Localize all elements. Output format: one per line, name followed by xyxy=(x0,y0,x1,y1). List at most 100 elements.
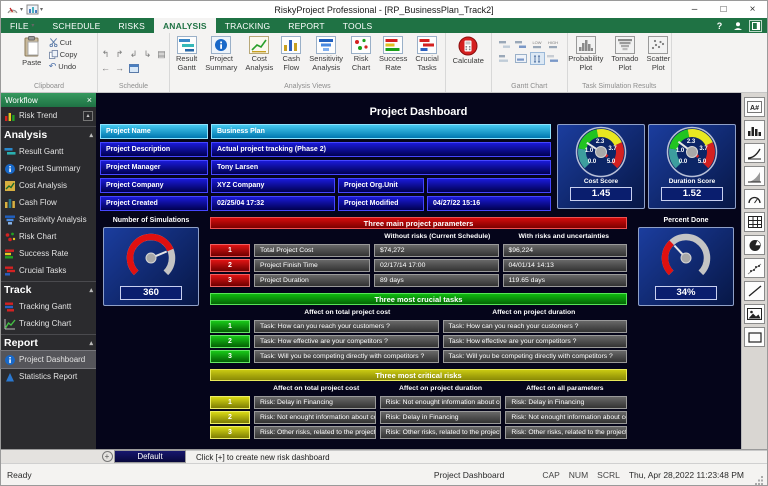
sidebar-item-cost-analysis[interactable]: Cost Analysis xyxy=(1,177,96,194)
sidebar-item-risk-chart[interactable]: Risk Chart xyxy=(1,228,96,245)
outdent-task-icon[interactable]: ↰ xyxy=(99,48,112,61)
text-widget-button[interactable]: A# xyxy=(744,97,765,117)
undo-button[interactable]: ↶ Undo xyxy=(47,61,80,72)
tab-bar-right-icons: ? xyxy=(713,18,767,33)
gantt-option-6-icon[interactable] xyxy=(514,52,529,65)
cash-flow-icon xyxy=(281,36,301,54)
cash-flow-button[interactable]: Cash Flow xyxy=(278,35,304,73)
tab-tools[interactable]: TOOLS xyxy=(334,18,382,33)
text-widget-icon: A# xyxy=(747,101,762,113)
tab-tracking[interactable]: TRACKING xyxy=(216,18,280,33)
workflow-section-track[interactable]: Track ▴ xyxy=(1,281,96,298)
sidebar-item-tracking-chart[interactable]: Tracking Chart xyxy=(1,315,96,332)
pin-icon[interactable]: ▴ xyxy=(83,111,93,121)
status-datetime: Thu, Apr 28,2022 11:23:48 PM xyxy=(629,470,744,480)
gantt-option-2-icon[interactable] xyxy=(514,38,529,51)
tab-file[interactable]: FILE ▾ xyxy=(1,18,44,33)
task-window-icon[interactable] xyxy=(127,62,140,75)
gauge-widget-icon xyxy=(747,193,762,205)
unlink-tasks-icon[interactable]: ↳ xyxy=(141,48,154,61)
tab-risks[interactable]: RISKS xyxy=(109,18,154,33)
sidebar-item-crucial-tasks[interactable]: Crucial Tasks xyxy=(1,262,96,279)
cost-score-value: 1.45 xyxy=(570,187,632,201)
workflow-section-analysis[interactable]: Analysis ▴ xyxy=(1,126,96,143)
account-icon[interactable] xyxy=(731,20,744,32)
risks-col1-header: Affect on total project cost xyxy=(254,385,378,392)
quick-access-button-1[interactable]: ▾ xyxy=(6,4,23,15)
crucial-col1-header: Affect on total project cost xyxy=(254,309,441,316)
sidebar-item-project-dashboard[interactable]: Project Dashboard xyxy=(1,351,96,368)
cut-button[interactable]: Cut xyxy=(47,37,80,48)
sidebar-item-project-summary[interactable]: Project Summary xyxy=(1,160,96,177)
help-icon[interactable]: ? xyxy=(713,20,726,32)
image-widget-button[interactable] xyxy=(744,304,765,324)
quick-access-button-2[interactable]: ▾ xyxy=(26,4,43,15)
minimize-button[interactable]: – xyxy=(680,1,709,18)
dropdown-icon: ▾ xyxy=(20,6,23,13)
move-left-icon[interactable]: ← xyxy=(99,62,112,75)
risk-row-number: 1 xyxy=(210,396,250,409)
pie-chart-widget-button[interactable] xyxy=(744,235,765,255)
risk-cost: Risk: Other risks, related to the projec… xyxy=(254,426,376,439)
calculate-button[interactable]: Calculate xyxy=(450,35,487,67)
risk-cost: Risk: Delay in Financing xyxy=(254,396,376,409)
link-tasks-icon[interactable]: ↲ xyxy=(127,48,140,61)
gauge-icon xyxy=(6,4,19,15)
scatter-widget-button[interactable] xyxy=(744,258,765,278)
curve-chart-widget-button[interactable] xyxy=(744,143,765,163)
close-button[interactable]: × xyxy=(738,1,767,18)
success-rate-button[interactable]: Success Rate xyxy=(376,35,410,73)
project-description-label: Project Description xyxy=(100,142,208,157)
grid-widget-button[interactable] xyxy=(744,212,765,232)
success-rate-icon xyxy=(383,36,403,54)
tab-schedule[interactable]: SCHEDULE xyxy=(44,18,110,33)
tornado-plot-button[interactable]: Tornado Plot xyxy=(608,35,641,73)
sidebar-item-risk-trend[interactable]: Risk Trend ▴ xyxy=(1,107,96,124)
maximize-button[interactable]: □ xyxy=(709,1,738,18)
simulations-gauge-title: Number of Simulations xyxy=(113,217,190,227)
sensitivity-analysis-button[interactable]: Sensitivity Analysis xyxy=(306,35,346,73)
histogram-widget-button[interactable] xyxy=(744,120,765,140)
cost-analysis-button[interactable]: Cost Analysis xyxy=(242,35,276,73)
ribbon-group-schedule: ↰ ↱ ↲ ↳ ▤ ← → Schedule xyxy=(98,33,170,92)
task-grid-icon[interactable]: ▤ xyxy=(155,48,168,61)
project-summary-button[interactable]: Project Summary xyxy=(202,35,240,73)
gantt-low-results-icon[interactable]: LOW xyxy=(530,38,545,51)
tab-analysis[interactable]: ANALYSIS xyxy=(154,18,216,33)
gauge-widget-button[interactable] xyxy=(744,189,765,209)
copy-button[interactable]: Copy xyxy=(47,49,80,60)
sidebar-item-tracking-gantt[interactable]: Tracking Gantt xyxy=(1,298,96,315)
panel-toggle-icon[interactable] xyxy=(749,20,762,32)
collapse-icon: ▴ xyxy=(89,339,93,347)
sidebar-item-result-gantt[interactable]: Result Gantt xyxy=(1,143,96,160)
sidebar-item-success-rate[interactable]: Success Rate xyxy=(1,245,96,262)
dashboard-tab-default[interactable]: Default xyxy=(114,450,186,463)
crucial-tasks-button[interactable]: Crucial Tasks xyxy=(412,35,441,73)
probability-plot-button[interactable]: Probability Plot xyxy=(565,35,606,73)
sidebar-item-sensitivity-analysis[interactable]: Sensitivity Analysis xyxy=(1,211,96,228)
result-gantt-button[interactable]: Result Gantt xyxy=(173,35,200,73)
gantt-option-1-icon[interactable] xyxy=(498,38,513,51)
crucial-task-duration: Task: How effective are your competitors… xyxy=(443,335,628,348)
risk-chart-button[interactable]: Risk Chart xyxy=(348,35,374,73)
sidebar-item-label: Crucial Tasks xyxy=(19,266,66,275)
gantt-high-results-icon[interactable]: HIGH xyxy=(546,38,561,51)
gantt-option-8-icon[interactable] xyxy=(546,52,561,65)
workflow-section-report[interactable]: Report ▴ xyxy=(1,334,96,351)
resize-grip-icon[interactable] xyxy=(754,475,764,485)
tab-report[interactable]: REPORT xyxy=(279,18,333,33)
gantt-option-5-icon[interactable] xyxy=(498,52,513,65)
gantt-ranges-icon[interactable] xyxy=(530,52,545,65)
param-without-risks: 89 days xyxy=(374,274,499,287)
paste-button[interactable]: Paste xyxy=(19,35,45,69)
scatter-plot-button[interactable]: Scatter Plot xyxy=(643,35,673,73)
line-widget-button[interactable] xyxy=(744,281,765,301)
rectangle-widget-button[interactable] xyxy=(744,327,765,347)
sidebar-item-cash-flow[interactable]: Cash Flow xyxy=(1,194,96,211)
move-right-icon[interactable]: → xyxy=(113,62,126,75)
sidebar-item-statistics-report[interactable]: Statistics Report xyxy=(1,368,96,385)
indent-task-icon[interactable]: ↱ xyxy=(113,48,126,61)
workflow-close-icon[interactable]: × xyxy=(87,95,92,105)
area-chart-widget-button[interactable] xyxy=(744,166,765,186)
add-dashboard-button[interactable]: + xyxy=(100,450,114,463)
